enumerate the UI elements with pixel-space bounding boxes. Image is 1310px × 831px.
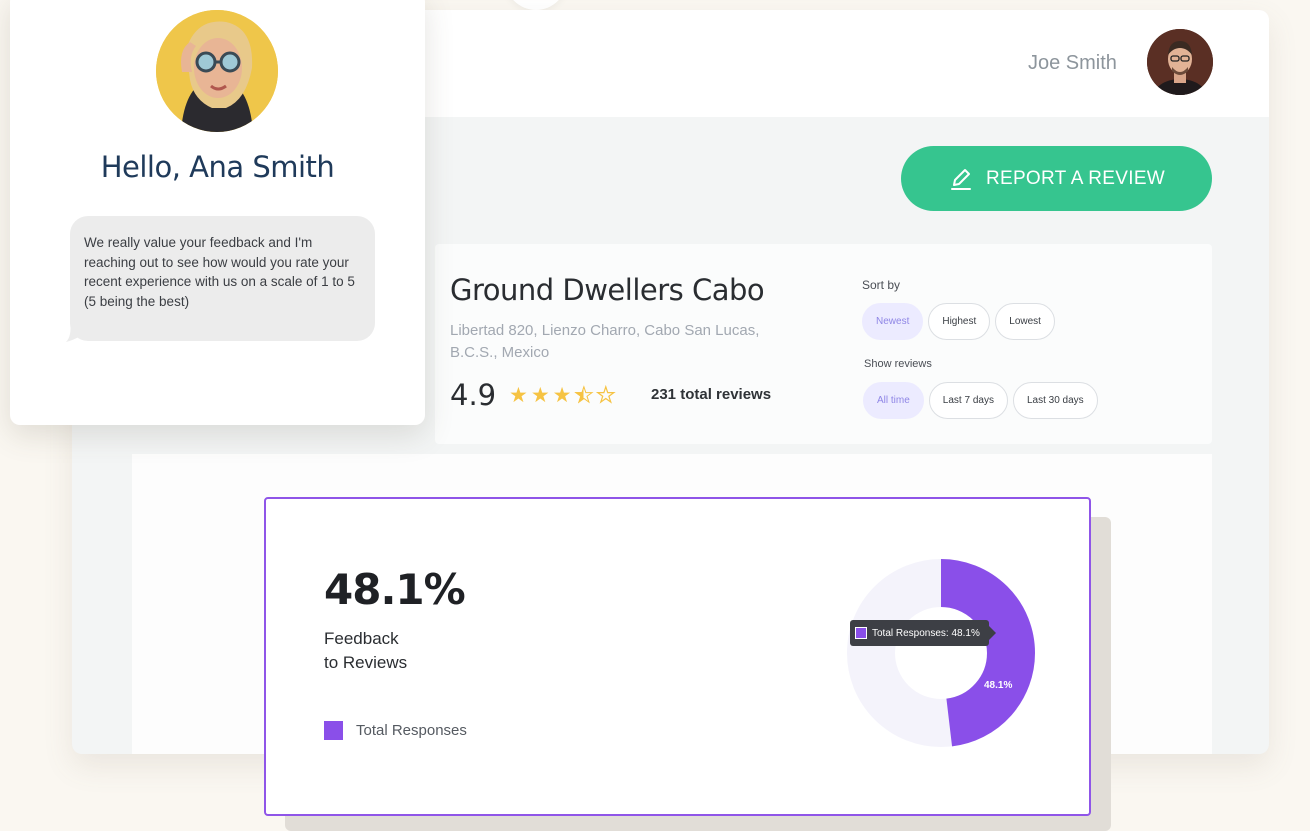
- business-address: Libertad 820, Lienzo Charro, Cabo San Lu…: [450, 322, 760, 361]
- donut-chart[interactable]: [846, 558, 1036, 748]
- total-reviews: 231 total reviews: [651, 386, 772, 403]
- report-review-button[interactable]: REPORT A REVIEW: [901, 146, 1212, 211]
- show-all-time-chip[interactable]: All time: [863, 382, 924, 419]
- feedback-label: Feedback to Reviews: [324, 627, 474, 675]
- tooltip-text: Total Responses: 48.1%: [872, 627, 980, 639]
- chat-card: Hello, Ana Smith We really value your fe…: [10, 0, 425, 425]
- star-half-icon: ★: [574, 384, 594, 408]
- rating-value: 4.9: [450, 378, 497, 412]
- feedback-label-line1: Feedback: [324, 629, 399, 648]
- sort-options: Newest Highest Lowest: [862, 303, 1055, 340]
- chat-message-bubble: We really value your feedback and I'm re…: [70, 216, 375, 341]
- user-avatar[interactable]: [1147, 29, 1213, 95]
- tooltip-swatch: [855, 627, 867, 639]
- feedback-stat-card: 48.1% Feedback to Reviews Total Response…: [264, 497, 1091, 816]
- chart-tooltip: Total Responses: 48.1%: [850, 620, 996, 646]
- sort-newest-chip[interactable]: Newest: [862, 303, 924, 340]
- feedback-label-line2: to Reviews: [324, 653, 408, 672]
- man-portrait-icon: [1147, 29, 1213, 95]
- sort-lowest-chip[interactable]: Lowest: [995, 303, 1055, 340]
- show-options: All time Last 7 days Last 30 days: [863, 382, 1098, 419]
- ana-avatar[interactable]: [156, 10, 278, 132]
- greeting-heading: Hello, Ana Smith: [100, 150, 335, 184]
- legend-label: Total Responses: [356, 722, 467, 739]
- sort-highest-chip[interactable]: Highest: [928, 303, 991, 340]
- donut-data-label: 48.1%: [984, 680, 1013, 691]
- show-last-7-days-chip[interactable]: Last 7 days: [928, 382, 1008, 419]
- woman-portrait-icon: [156, 10, 278, 132]
- star-rating: ★ ★ ★ ★ ★: [509, 383, 616, 408]
- business-name: Ground Dwellers Cabo: [450, 273, 765, 307]
- top-decoration: [505, 0, 567, 10]
- business-info-card: Ground Dwellers Cabo Libertad 820, Lienz…: [435, 244, 1212, 444]
- sort-by-label: Sort by: [862, 278, 901, 292]
- user-name: Joe Smith: [1028, 52, 1117, 74]
- star-full-icon: ★: [530, 384, 550, 407]
- pencil-icon: [950, 168, 971, 190]
- legend-swatch: [324, 721, 343, 740]
- star-full-icon: ★: [552, 384, 572, 407]
- feedback-percentage: 48.1%: [324, 565, 466, 614]
- report-review-label: REPORT A REVIEW: [985, 167, 1166, 189]
- chart-legend: Total Responses: [324, 721, 467, 740]
- show-last-30-days-chip[interactable]: Last 30 days: [1012, 382, 1098, 419]
- show-reviews-label: Show reviews: [864, 358, 932, 370]
- star-full-icon: ★: [509, 384, 528, 407]
- star-empty-icon: ★: [596, 383, 616, 407]
